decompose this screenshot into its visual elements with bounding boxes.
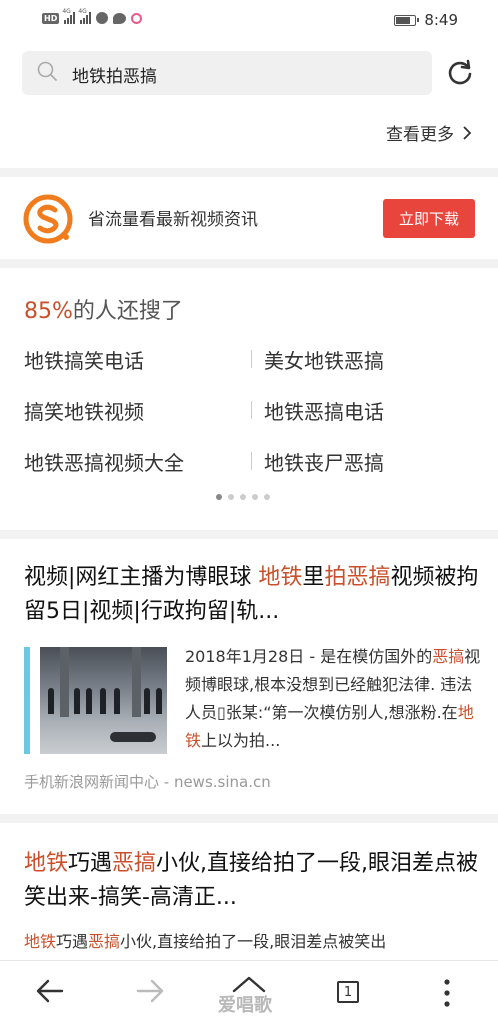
result-source: 手机新浪网新闻中心 - news.sina.cn bbox=[24, 773, 271, 791]
battery-icon bbox=[394, 14, 420, 26]
related-item[interactable]: 美女地铁恶搞 bbox=[264, 345, 384, 374]
related-title-text: 的人还搜了 bbox=[72, 299, 183, 324]
status-right: 8:49 bbox=[394, 11, 458, 29]
bottom-nav-bar: 爱唱歌 1 bbox=[0, 960, 498, 1021]
signal-type-label: 4G bbox=[78, 8, 87, 15]
divider bbox=[251, 401, 252, 419]
page-dot bbox=[216, 494, 222, 500]
status-left: HD 4G 4G bbox=[42, 8, 143, 24]
related-item[interactable]: 地铁搞笑电话 bbox=[24, 345, 144, 374]
search-input[interactable]: 地铁拍恶搞 bbox=[22, 51, 432, 95]
download-button[interactable]: 立即下载 bbox=[383, 199, 475, 238]
banner-text: 省流量看最新视频资讯 bbox=[88, 210, 258, 230]
refresh-icon[interactable] bbox=[446, 59, 474, 87]
back-arrow-icon[interactable] bbox=[36, 979, 64, 1003]
divider bbox=[251, 452, 252, 470]
thumbnail-accent bbox=[24, 647, 30, 754]
related-item[interactable]: 地铁恶搞视频大全 bbox=[24, 447, 184, 476]
page-indicator bbox=[216, 494, 270, 500]
app-notification-icon bbox=[131, 12, 143, 24]
related-item[interactable]: 地铁恶搞电话 bbox=[264, 396, 384, 425]
page-dot bbox=[228, 494, 234, 500]
hd-badge: HD bbox=[42, 12, 60, 24]
page-dot bbox=[252, 494, 258, 500]
search-header: 地铁拍恶搞 查看更多 bbox=[0, 40, 498, 168]
result-title[interactable]: 地铁巧遇恶搞小伙,直接给拍了一段,眼泪差点被笑出来-搞笑-高清正... bbox=[24, 847, 484, 915]
view-more-link[interactable]: 查看更多 bbox=[386, 120, 472, 145]
related-searches: 85%的人还搜了 地铁搞笑电话 美女地铁恶搞 搞笑地铁视频 地铁恶搞电话 地铁恶… bbox=[0, 268, 498, 530]
chat-notification-icon bbox=[113, 12, 127, 24]
sogou-logo-icon bbox=[23, 194, 73, 244]
related-item[interactable]: 地铁丧尸恶搞 bbox=[264, 447, 384, 476]
search-result[interactable]: 地铁巧遇恶搞小伙,直接给拍了一段,眼泪差点被笑出来-搞笑-高清正... 地铁巧遇… bbox=[0, 823, 498, 960]
search-query: 地铁拍恶搞 bbox=[72, 67, 157, 87]
page-dot bbox=[240, 494, 246, 500]
related-percent: 85% bbox=[24, 299, 73, 324]
signal-icon: 4G bbox=[62, 8, 76, 24]
view-more-label: 查看更多 bbox=[386, 125, 454, 145]
app-download-banner: 省流量看最新视频资讯 立即下载 bbox=[0, 177, 498, 259]
search-icon bbox=[37, 61, 57, 81]
clock: 8:49 bbox=[424, 11, 458, 29]
forward-arrow-icon[interactable] bbox=[136, 979, 164, 1003]
more-menu-icon[interactable] bbox=[444, 979, 450, 1007]
result-snippet: 地铁巧遇恶搞小伙,直接给拍了一段,眼泪差点被笑出 bbox=[24, 932, 387, 951]
related-title: 85%的人还搜了 bbox=[24, 293, 183, 325]
result-title[interactable]: 视频|网红主播为博眼球 地铁里拍恶搞视频被拘留5日|视频|行政拘留|轨... bbox=[24, 561, 484, 629]
result-snippet: 2018年1月28日 - 是在模仿国外的恶搞视频博眼球,根本没想到已经触犯法律.… bbox=[185, 647, 481, 750]
app-notification-icon bbox=[96, 12, 109, 24]
chevron-right-icon bbox=[463, 125, 472, 140]
related-item[interactable]: 搞笑地铁视频 bbox=[24, 396, 144, 425]
divider bbox=[251, 350, 252, 368]
signal-icon: 4G bbox=[78, 8, 92, 24]
page-dot bbox=[264, 494, 270, 500]
search-result[interactable]: 视频|网红主播为博眼球 地铁里拍恶搞视频被拘留5日|视频|行政拘留|轨... 2… bbox=[0, 539, 498, 814]
result-thumbnail[interactable] bbox=[40, 647, 167, 754]
signal-type-label: 4G bbox=[62, 8, 71, 15]
status-bar: HD 4G 4G 8:49 bbox=[0, 0, 498, 40]
tabs-button[interactable]: 1 bbox=[337, 981, 359, 1003]
watermark-text: 爱唱歌 bbox=[218, 995, 272, 1016]
